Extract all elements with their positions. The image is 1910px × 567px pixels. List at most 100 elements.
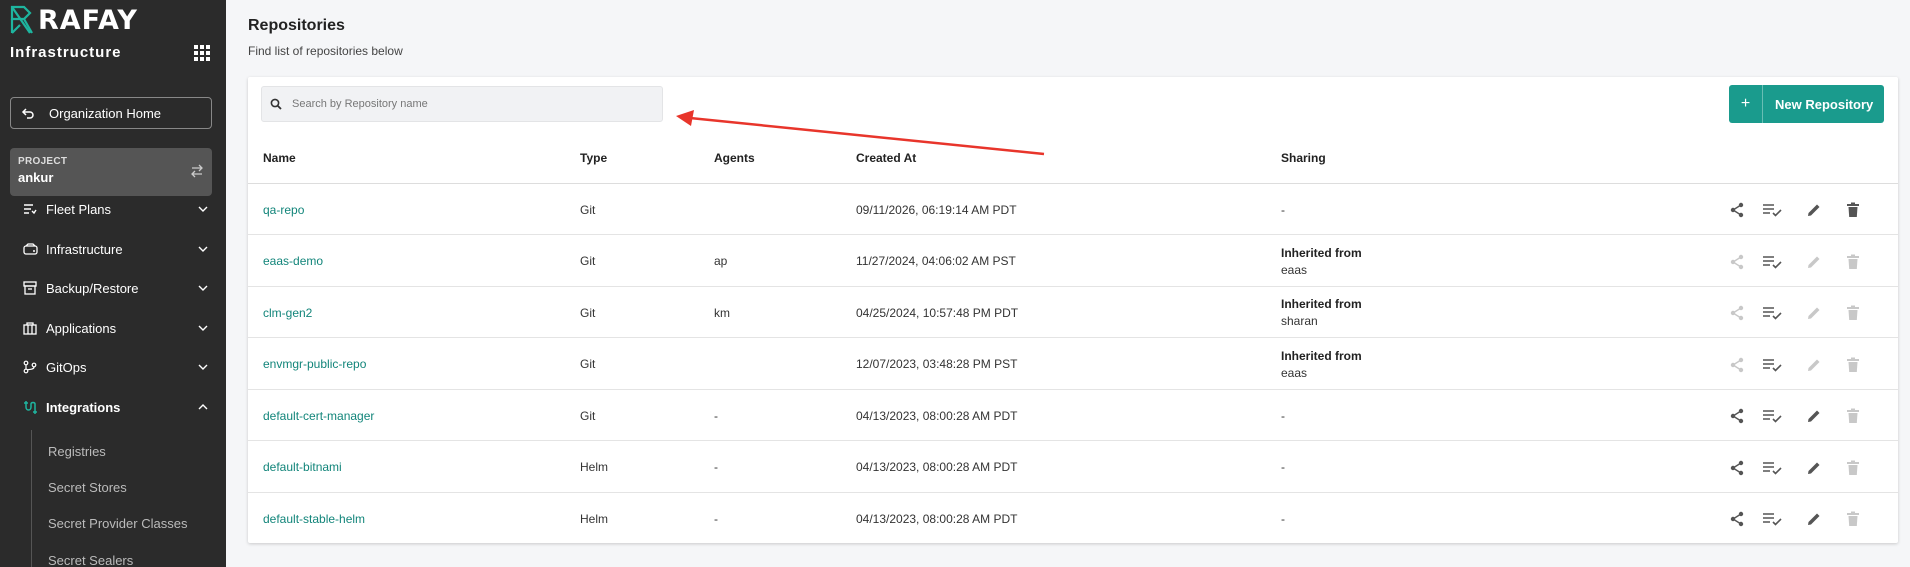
cell-type: Git (580, 357, 596, 371)
repository-link[interactable]: clm-gen2 (263, 306, 312, 320)
edit-icon[interactable] (1804, 200, 1824, 220)
edit-icon[interactable] (1804, 509, 1824, 529)
cell-created-at: 09/11/2026, 06:19:14 AM PDT (856, 202, 1017, 217)
edit-icon[interactable] (1804, 406, 1824, 426)
organization-home-label: Organization Home (49, 105, 161, 121)
repository-link[interactable]: default-bitnami (263, 460, 342, 474)
sharing-title: - (1281, 408, 1285, 423)
new-repository-button[interactable]: + New Repository (1729, 85, 1884, 123)
delete-icon[interactable] (1843, 303, 1863, 323)
checklist-icon[interactable] (1762, 509, 1782, 529)
share-icon[interactable] (1727, 200, 1747, 220)
edit-icon[interactable] (1804, 458, 1824, 478)
nav-item-backup-restore[interactable]: Backup/Restore (22, 276, 210, 300)
cell-sharing: Inherited from eaas (1281, 236, 1362, 287)
nav-item-infrastructure[interactable]: Infrastructure (22, 237, 210, 261)
cell-created-at: 11/27/2024, 04:06:02 AM PST (856, 254, 1016, 268)
nav-item-label: Integrations (46, 399, 121, 415)
share-icon[interactable] (1727, 355, 1747, 375)
sharing-source: eaas (1281, 365, 1308, 380)
checklist-icon[interactable] (1762, 252, 1782, 272)
checklist-icon[interactable] (1762, 406, 1782, 426)
cell-type: Helm (580, 460, 609, 474)
share-icon[interactable] (1727, 406, 1747, 426)
sharing-title: - (1281, 511, 1285, 526)
search-input[interactable] (292, 98, 642, 110)
delete-icon[interactable] (1843, 406, 1863, 426)
cell-name: default-stable-helm (263, 493, 365, 544)
repository-link[interactable]: default-stable-helm (263, 512, 365, 526)
nav-item-label: Infrastructure (46, 241, 123, 257)
cell-agents: km (714, 305, 730, 320)
cell-type: Git (580, 305, 596, 320)
nav-item-integrations[interactable]: Integrations (22, 395, 210, 419)
chevron-up-icon (196, 400, 210, 414)
repository-link[interactable]: eaas-demo (263, 254, 323, 268)
checklist-icon[interactable] (1762, 200, 1782, 220)
share-icon[interactable] (1727, 303, 1747, 323)
nav-item-gitops[interactable]: GitOps (22, 355, 210, 379)
delete-icon[interactable] (1843, 200, 1863, 220)
delete-icon[interactable] (1843, 509, 1863, 529)
checklist-icon[interactable] (1762, 458, 1782, 478)
gitops-icon (22, 359, 38, 375)
swap-icon[interactable] (190, 164, 204, 178)
nav-item-fleet-plans[interactable]: Fleet Plans (22, 197, 210, 221)
cell-name: envmgr-public-repo (263, 339, 366, 390)
table-row: default-bitnami Helm - 04/13/2023, 08:00:28… (248, 442, 1898, 493)
sharing-source: sharan (1281, 314, 1318, 328)
cell-name: default-cert-manager (263, 390, 374, 441)
repository-link[interactable]: default-cert-manager (263, 409, 374, 423)
organization-home-button[interactable]: Organization Home (10, 97, 212, 129)
cell-type: Git (580, 254, 596, 268)
backup-icon (22, 280, 38, 296)
cell-sharing: - (1281, 390, 1285, 441)
cell-agents: - (714, 511, 718, 526)
chevron-down-icon (196, 281, 210, 295)
column-header-created-at: Created At (856, 151, 917, 165)
project-caption: PROJECT (18, 156, 68, 167)
subnav-item-secret-stores[interactable]: Secret Stores (48, 480, 127, 495)
cell-type: Git (580, 408, 596, 423)
apps-grid-icon[interactable] (194, 44, 210, 61)
project-selector[interactable]: PROJECT ankur (10, 148, 212, 196)
sidebar: RAFAY Infrastructure Organization Home P… (0, 0, 226, 567)
share-icon[interactable] (1727, 252, 1747, 272)
table-row: default-cert-manager Git - 04/13/2023, 08:0… (248, 390, 1898, 441)
fleet-plans-icon (22, 201, 38, 217)
delete-icon[interactable] (1843, 458, 1863, 478)
module-header: Infrastructure (10, 44, 210, 61)
subnav-item-secret-provider-classes[interactable]: Secret Provider Classes (48, 516, 187, 531)
share-icon[interactable] (1727, 458, 1747, 478)
checklist-icon[interactable] (1762, 355, 1782, 375)
delete-icon[interactable] (1843, 252, 1863, 272)
brand-logo[interactable]: RAFAY (10, 5, 138, 36)
delete-icon[interactable] (1843, 355, 1863, 375)
edit-icon[interactable] (1804, 355, 1824, 375)
subnav-item-secret-sealers[interactable]: Secret Sealers (48, 553, 133, 567)
search-box[interactable] (261, 86, 663, 122)
plus-icon: + (1729, 85, 1763, 123)
edit-icon[interactable] (1804, 303, 1824, 323)
chevron-down-icon (196, 242, 210, 256)
edit-icon[interactable] (1804, 252, 1824, 272)
sharing-title: - (1281, 202, 1285, 217)
checklist-icon[interactable] (1762, 303, 1782, 323)
cell-name: clm-gen2 (263, 287, 312, 338)
nav-item-label: Applications (46, 320, 117, 336)
cell-name: default-bitnami (263, 442, 342, 493)
repository-link[interactable]: qa-repo (263, 203, 304, 217)
applications-icon (22, 320, 38, 336)
project-name: ankur (18, 170, 54, 185)
cell-created-at: 04/13/2023, 08:00:28 AM PDT (856, 408, 1018, 423)
column-header-type: Type (580, 151, 608, 165)
subnav-item-registries[interactable]: Registries (48, 444, 106, 459)
sharing-title: Inherited from (1281, 245, 1362, 260)
column-header-sharing: Sharing (1281, 151, 1326, 165)
cell-name: eaas-demo (263, 236, 323, 287)
cell-sharing: Inherited from eaas (1281, 339, 1362, 390)
table-row: qa-repo Git 09/11/2026, 06:19:14 AM PDT - (248, 184, 1898, 235)
nav-item-applications[interactable]: Applications (22, 316, 210, 340)
repository-link[interactable]: envmgr-public-repo (263, 357, 366, 371)
share-icon[interactable] (1727, 509, 1747, 529)
